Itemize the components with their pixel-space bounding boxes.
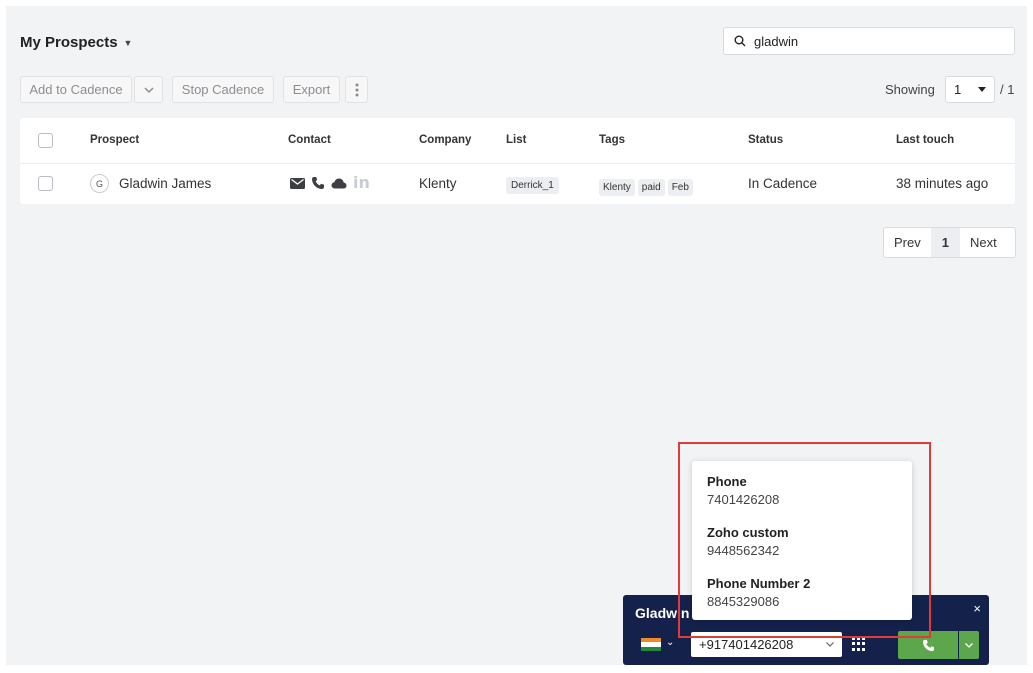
col-status[interactable]: Status [748,134,783,146]
row-checkbox[interactable] [38,176,53,191]
email-icon[interactable] [290,177,305,189]
india-flag-icon[interactable] [641,638,661,651]
phone-icon [922,639,934,651]
pagination: Prev 1 Next [883,227,1016,258]
search-icon [734,35,746,47]
tag-chip: Klenty [599,179,635,196]
page-select[interactable]: 1 [945,76,995,103]
more-vertical-icon [355,83,358,96]
contact-icons: in [290,175,370,191]
linkedin-icon[interactable]: in [353,175,370,191]
avatar: G [90,174,109,193]
status-text: In Cadence [748,176,818,191]
page-total: / 1 [1000,82,1015,97]
search-input[interactable]: gladwin [723,27,1015,55]
add-to-cadence-dropdown[interactable] [134,76,163,103]
table-row[interactable]: G Gladwin James in Klenty Derrick_1 Klen… [20,164,1015,204]
more-options-button[interactable] [345,76,368,103]
page-title-dropdown[interactable]: My Prospects ▼ [20,34,132,51]
col-company[interactable]: Company [419,134,471,146]
chevron-down-icon[interactable]: ⌄ [666,637,674,648]
showing-label: Showing [885,82,935,97]
call-options-button[interactable] [959,631,979,659]
phone-number-value: +917401426208 [699,637,794,652]
tag-chip: Feb [667,179,693,196]
add-to-cadence-label: Add to Cadence [29,82,123,97]
page-select-value: 1 [954,82,962,97]
select-all-checkbox[interactable] [38,133,53,148]
prospect-name[interactable]: Gladwin James [119,176,211,191]
phone-icon[interactable] [311,176,325,190]
close-icon[interactable]: × [973,601,981,616]
tag-chip: paid [637,179,665,196]
add-to-cadence-button[interactable]: Add to Cadence [20,76,132,103]
col-last-touch[interactable]: Last touch [896,134,954,146]
chevron-down-icon [826,642,834,647]
chevron-down-icon [143,86,154,93]
col-prospect[interactable]: Prospect [90,134,139,146]
list-chip: Derrick_1 [506,177,559,194]
col-contact[interactable]: Contact [288,134,331,146]
dialpad-icon[interactable] [852,637,866,651]
chevron-down-icon: ▼ [123,37,133,48]
caret-down-icon [978,87,986,92]
next-button[interactable]: Next [960,228,1007,257]
chevron-down-icon [965,642,973,648]
page-title: My Prospects [20,34,118,51]
cloud-icon[interactable] [331,178,347,189]
export-button[interactable]: Export [283,76,340,103]
col-tags[interactable]: Tags [599,134,625,146]
search-value: gladwin [754,33,799,49]
company-name: Klenty [419,176,457,191]
stop-cadence-button[interactable]: Stop Cadence [172,76,274,103]
tags-group: Klenty paid Feb [599,177,696,196]
prev-button[interactable]: Prev [884,228,931,257]
prospects-page: My Prospects ▼ gladwin Add to Cadence St… [6,6,1027,665]
export-label: Export [292,82,331,97]
stop-cadence-label: Stop Cadence [181,82,265,97]
col-list[interactable]: List [506,134,526,146]
prospects-table: Prospect Contact Company List Tags Statu… [20,118,1015,204]
last-touch-text: 38 minutes ago [896,176,989,191]
page-1-button[interactable]: 1 [930,228,960,257]
highlight-box [678,442,931,638]
table-header: Prospect Contact Company List Tags Statu… [20,118,1015,164]
